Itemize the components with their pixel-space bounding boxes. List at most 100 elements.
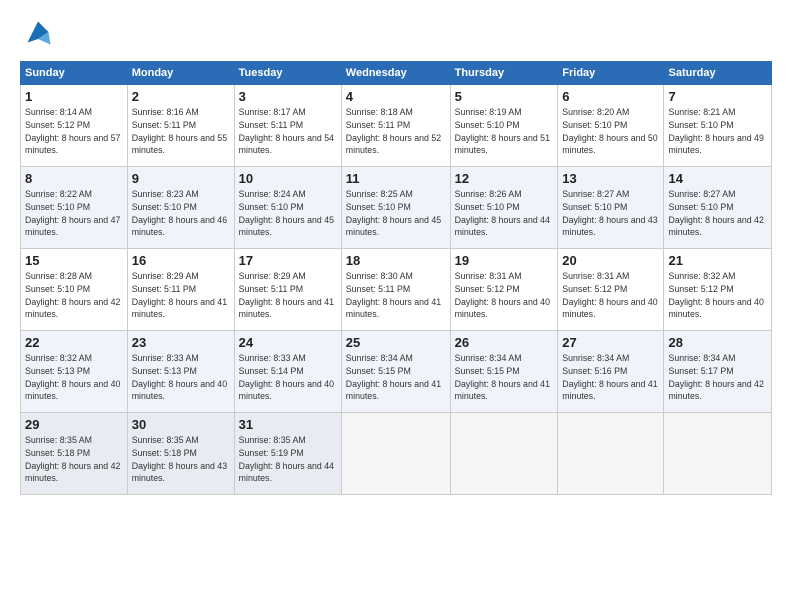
week-row-5: 29 Sunrise: 8:35 AM Sunset: 5:18 PM Dayl…	[21, 413, 772, 495]
header-day-saturday: Saturday	[664, 62, 772, 85]
day-info: Sunrise: 8:25 AM Sunset: 5:10 PM Dayligh…	[346, 188, 446, 239]
calendar-cell: 8 Sunrise: 8:22 AM Sunset: 5:10 PM Dayli…	[21, 167, 128, 249]
day-number: 19	[455, 253, 554, 268]
day-number: 10	[239, 171, 337, 186]
day-info: Sunrise: 8:35 AM Sunset: 5:18 PM Dayligh…	[132, 434, 230, 485]
calendar-cell: 23 Sunrise: 8:33 AM Sunset: 5:13 PM Dayl…	[127, 331, 234, 413]
day-info: Sunrise: 8:16 AM Sunset: 5:11 PM Dayligh…	[132, 106, 230, 157]
day-number: 3	[239, 89, 337, 104]
day-number: 9	[132, 171, 230, 186]
calendar-cell: 20 Sunrise: 8:31 AM Sunset: 5:12 PM Dayl…	[558, 249, 664, 331]
day-info: Sunrise: 8:34 AM Sunset: 5:16 PM Dayligh…	[562, 352, 659, 403]
header-day-wednesday: Wednesday	[341, 62, 450, 85]
day-info: Sunrise: 8:21 AM Sunset: 5:10 PM Dayligh…	[668, 106, 767, 157]
day-info: Sunrise: 8:29 AM Sunset: 5:11 PM Dayligh…	[132, 270, 230, 321]
header-day-thursday: Thursday	[450, 62, 558, 85]
day-number: 2	[132, 89, 230, 104]
day-number: 28	[668, 335, 767, 350]
page: SundayMondayTuesdayWednesdayThursdayFrid…	[0, 0, 792, 505]
calendar-cell: 29 Sunrise: 8:35 AM Sunset: 5:18 PM Dayl…	[21, 413, 128, 495]
calendar-cell: 3 Sunrise: 8:17 AM Sunset: 5:11 PM Dayli…	[234, 85, 341, 167]
calendar-cell: 13 Sunrise: 8:27 AM Sunset: 5:10 PM Dayl…	[558, 167, 664, 249]
day-number: 11	[346, 171, 446, 186]
calendar-cell: 1 Sunrise: 8:14 AM Sunset: 5:12 PM Dayli…	[21, 85, 128, 167]
day-number: 18	[346, 253, 446, 268]
day-number: 16	[132, 253, 230, 268]
day-info: Sunrise: 8:35 AM Sunset: 5:19 PM Dayligh…	[239, 434, 337, 485]
calendar-header: SundayMondayTuesdayWednesdayThursdayFrid…	[21, 62, 772, 85]
day-info: Sunrise: 8:31 AM Sunset: 5:12 PM Dayligh…	[562, 270, 659, 321]
day-number: 20	[562, 253, 659, 268]
calendar-cell: 15 Sunrise: 8:28 AM Sunset: 5:10 PM Dayl…	[21, 249, 128, 331]
day-info: Sunrise: 8:18 AM Sunset: 5:11 PM Dayligh…	[346, 106, 446, 157]
calendar-cell: 12 Sunrise: 8:26 AM Sunset: 5:10 PM Dayl…	[450, 167, 558, 249]
calendar-cell: 25 Sunrise: 8:34 AM Sunset: 5:15 PM Dayl…	[341, 331, 450, 413]
header	[20, 18, 772, 51]
header-day-monday: Monday	[127, 62, 234, 85]
day-info: Sunrise: 8:34 AM Sunset: 5:15 PM Dayligh…	[455, 352, 554, 403]
day-info: Sunrise: 8:20 AM Sunset: 5:10 PM Dayligh…	[562, 106, 659, 157]
day-info: Sunrise: 8:32 AM Sunset: 5:13 PM Dayligh…	[25, 352, 123, 403]
calendar-cell: 9 Sunrise: 8:23 AM Sunset: 5:10 PM Dayli…	[127, 167, 234, 249]
calendar-cell: 4 Sunrise: 8:18 AM Sunset: 5:11 PM Dayli…	[341, 85, 450, 167]
day-info: Sunrise: 8:23 AM Sunset: 5:10 PM Dayligh…	[132, 188, 230, 239]
day-info: Sunrise: 8:24 AM Sunset: 5:10 PM Dayligh…	[239, 188, 337, 239]
day-number: 15	[25, 253, 123, 268]
week-row-4: 22 Sunrise: 8:32 AM Sunset: 5:13 PM Dayl…	[21, 331, 772, 413]
day-number: 23	[132, 335, 230, 350]
calendar-body: 1 Sunrise: 8:14 AM Sunset: 5:12 PM Dayli…	[21, 85, 772, 495]
day-number: 12	[455, 171, 554, 186]
day-info: Sunrise: 8:33 AM Sunset: 5:14 PM Dayligh…	[239, 352, 337, 403]
day-number: 6	[562, 89, 659, 104]
week-row-3: 15 Sunrise: 8:28 AM Sunset: 5:10 PM Dayl…	[21, 249, 772, 331]
calendar-cell: 27 Sunrise: 8:34 AM Sunset: 5:16 PM Dayl…	[558, 331, 664, 413]
calendar-cell	[558, 413, 664, 495]
calendar-cell: 30 Sunrise: 8:35 AM Sunset: 5:18 PM Dayl…	[127, 413, 234, 495]
calendar-cell: 16 Sunrise: 8:29 AM Sunset: 5:11 PM Dayl…	[127, 249, 234, 331]
calendar-cell: 11 Sunrise: 8:25 AM Sunset: 5:10 PM Dayl…	[341, 167, 450, 249]
day-info: Sunrise: 8:26 AM Sunset: 5:10 PM Dayligh…	[455, 188, 554, 239]
day-number: 27	[562, 335, 659, 350]
day-info: Sunrise: 8:22 AM Sunset: 5:10 PM Dayligh…	[25, 188, 123, 239]
day-info: Sunrise: 8:34 AM Sunset: 5:17 PM Dayligh…	[668, 352, 767, 403]
day-number: 17	[239, 253, 337, 268]
week-row-2: 8 Sunrise: 8:22 AM Sunset: 5:10 PM Dayli…	[21, 167, 772, 249]
calendar-cell: 24 Sunrise: 8:33 AM Sunset: 5:14 PM Dayl…	[234, 331, 341, 413]
day-info: Sunrise: 8:33 AM Sunset: 5:13 PM Dayligh…	[132, 352, 230, 403]
header-row: SundayMondayTuesdayWednesdayThursdayFrid…	[21, 62, 772, 85]
calendar-cell: 17 Sunrise: 8:29 AM Sunset: 5:11 PM Dayl…	[234, 249, 341, 331]
calendar-cell: 28 Sunrise: 8:34 AM Sunset: 5:17 PM Dayl…	[664, 331, 772, 413]
day-info: Sunrise: 8:28 AM Sunset: 5:10 PM Dayligh…	[25, 270, 123, 321]
day-info: Sunrise: 8:29 AM Sunset: 5:11 PM Dayligh…	[239, 270, 337, 321]
day-number: 21	[668, 253, 767, 268]
header-day-sunday: Sunday	[21, 62, 128, 85]
day-info: Sunrise: 8:32 AM Sunset: 5:12 PM Dayligh…	[668, 270, 767, 321]
day-number: 4	[346, 89, 446, 104]
day-info: Sunrise: 8:34 AM Sunset: 5:15 PM Dayligh…	[346, 352, 446, 403]
calendar-cell	[341, 413, 450, 495]
day-number: 1	[25, 89, 123, 104]
day-info: Sunrise: 8:35 AM Sunset: 5:18 PM Dayligh…	[25, 434, 123, 485]
calendar-cell: 22 Sunrise: 8:32 AM Sunset: 5:13 PM Dayl…	[21, 331, 128, 413]
week-row-1: 1 Sunrise: 8:14 AM Sunset: 5:12 PM Dayli…	[21, 85, 772, 167]
day-number: 25	[346, 335, 446, 350]
calendar-cell: 21 Sunrise: 8:32 AM Sunset: 5:12 PM Dayl…	[664, 249, 772, 331]
day-info: Sunrise: 8:27 AM Sunset: 5:10 PM Dayligh…	[562, 188, 659, 239]
day-number: 14	[668, 171, 767, 186]
day-info: Sunrise: 8:30 AM Sunset: 5:11 PM Dayligh…	[346, 270, 446, 321]
calendar-cell: 7 Sunrise: 8:21 AM Sunset: 5:10 PM Dayli…	[664, 85, 772, 167]
header-day-friday: Friday	[558, 62, 664, 85]
day-number: 7	[668, 89, 767, 104]
calendar-cell	[450, 413, 558, 495]
header-day-tuesday: Tuesday	[234, 62, 341, 85]
day-number: 31	[239, 417, 337, 432]
calendar-cell: 26 Sunrise: 8:34 AM Sunset: 5:15 PM Dayl…	[450, 331, 558, 413]
day-number: 30	[132, 417, 230, 432]
day-number: 24	[239, 335, 337, 350]
day-number: 13	[562, 171, 659, 186]
day-info: Sunrise: 8:17 AM Sunset: 5:11 PM Dayligh…	[239, 106, 337, 157]
calendar-cell: 6 Sunrise: 8:20 AM Sunset: 5:10 PM Dayli…	[558, 85, 664, 167]
calendar-cell: 31 Sunrise: 8:35 AM Sunset: 5:19 PM Dayl…	[234, 413, 341, 495]
day-info: Sunrise: 8:27 AM Sunset: 5:10 PM Dayligh…	[668, 188, 767, 239]
calendar-cell: 10 Sunrise: 8:24 AM Sunset: 5:10 PM Dayl…	[234, 167, 341, 249]
